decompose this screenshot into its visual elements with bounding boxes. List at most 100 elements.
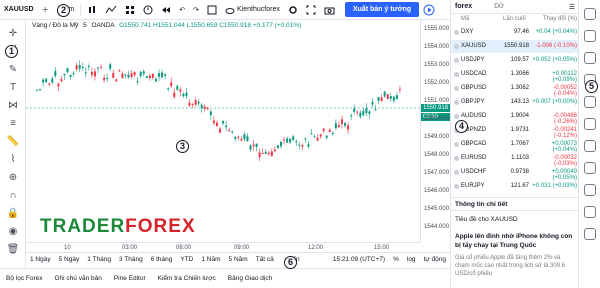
watchlist-row[interactable]: EURJPY 121.67 +0.031 (+0.03%): [451, 180, 579, 193]
watchlist-title[interactable]: forex: [455, 3, 472, 10]
templates-button[interactable]: [121, 0, 139, 20]
row-symbol: EURJPY: [461, 183, 485, 189]
visibility-tool[interactable]: ◉: [6, 224, 20, 238]
watchlist-row[interactable]: GBPUSD 1.3062 -0.00052 (-0.04%): [451, 82, 579, 97]
candle-body: [209, 111, 212, 116]
watchlist-row[interactable]: XAUUSD 1550.918 -1.006 (-0.10%): [451, 40, 579, 53]
price-tick-label: 1548.000: [424, 152, 450, 158]
col-symbol[interactable]: Mã: [461, 16, 469, 22]
calendar-icon[interactable]: [584, 52, 596, 64]
ideas-icon[interactable]: [584, 140, 596, 152]
watchlist-row[interactable]: GBPNZD 1.9731 -0.00241 (-0.12%): [451, 124, 579, 139]
indicators-button[interactable]: [101, 0, 121, 20]
fullscreen-button[interactable]: [302, 0, 320, 20]
notifications-icon[interactable]: [584, 206, 596, 218]
price-tick-label: 1547.000: [424, 170, 450, 176]
price-axis[interactable]: 1550.918 03:50 1555.000 1554.000 1553.000 1…: [420, 20, 451, 242]
alerts-icon[interactable]: [584, 30, 596, 42]
range-option[interactable]: 1 Tháng: [83, 256, 115, 263]
chart-type-button[interactable]: [83, 0, 101, 20]
symbol-search[interactable]: XAUUSD: [0, 0, 38, 20]
watchlist-row[interactable]: EURUSD 1.1103 -0.00032 (-0.03%): [451, 152, 579, 167]
candle-body: [255, 143, 258, 147]
percent-toggle[interactable]: %: [389, 256, 403, 263]
hotlist-icon[interactable]: [584, 96, 596, 108]
replay-button[interactable]: [157, 0, 175, 20]
candle-body: [57, 83, 60, 87]
indicator-icon: [105, 5, 117, 13]
bottom-tab[interactable]: Kiểm tra Chiến lược: [152, 275, 222, 282]
details-header[interactable]: Thông tin chi tiết: [451, 197, 579, 211]
range-option[interactable]: 1 Năm: [197, 256, 224, 263]
candle-body: [225, 125, 228, 128]
streams-icon[interactable]: [584, 184, 596, 196]
right-sidebar: [578, 0, 600, 288]
range-option[interactable]: 5 Ngày: [55, 256, 84, 263]
watchlist-icon[interactable]: [584, 8, 596, 20]
candle-body: [231, 131, 234, 133]
candle-body: [368, 111, 371, 114]
menu-icon[interactable]: ☰: [569, 3, 575, 11]
candle-body: [206, 108, 209, 110]
brush-tool[interactable]: ⌇: [6, 152, 20, 166]
settings-button[interactable]: [284, 0, 302, 20]
snapshot-button[interactable]: [320, 0, 339, 20]
auto-toggle[interactable]: tự động: [420, 256, 450, 263]
watchlist-row[interactable]: GBPCAD 1.7067 +0.00073 (+0.04%): [451, 138, 579, 153]
bottom-tab[interactable]: Pine Editor: [108, 275, 152, 282]
candle-body: [273, 149, 276, 152]
fib-tool[interactable]: ≡: [6, 116, 20, 130]
range-option[interactable]: YTD: [176, 256, 197, 263]
add-symbol-button[interactable]: ＋: [38, 0, 56, 20]
watchlist-search[interactable]: Dữ: [494, 3, 504, 10]
time-tick-label: 10: [64, 245, 71, 251]
range-option[interactable]: 6 tháng: [147, 256, 177, 263]
play-button[interactable]: [419, 0, 439, 20]
news-header[interactable]: Tiêu đề cho XAUUSD: [451, 214, 579, 226]
watchlist-row[interactable]: USDCHF 0.9738 +0.00049 (+0.05%): [451, 166, 579, 181]
layout-button[interactable]: [203, 0, 221, 20]
row-symbol: GBPUSD: [461, 85, 487, 91]
crosshair-tool[interactable]: ✛: [6, 26, 20, 40]
candle-body: [243, 134, 246, 140]
pattern-tool[interactable]: ⋈: [6, 98, 20, 112]
candle-body: [212, 120, 215, 124]
help-icon[interactable]: [584, 228, 596, 240]
range-option[interactable]: 1 Ngày: [26, 256, 55, 263]
layout-name[interactable]: Kienthucforex: [221, 0, 284, 20]
lock-tool[interactable]: 🔒: [6, 206, 20, 220]
log-toggle[interactable]: log: [403, 256, 420, 263]
watchlist-row[interactable]: USDCAD 1.3066 +0.00112 (+0.09%): [451, 68, 579, 83]
col-change[interactable]: Thay đổi (%): [543, 16, 577, 22]
legend-interval: 5: [83, 22, 87, 29]
watchlist-row[interactable]: USDJPY 109.57 +0.052 (+0.05%): [451, 54, 579, 67]
watchlist-row[interactable]: AUDUSD 1.9004 -0.00486 (-0.26%): [451, 110, 579, 125]
brush-icon: ⌇: [10, 153, 16, 165]
bottom-tab[interactable]: Ghi chú văn bản: [49, 275, 108, 282]
alert-button[interactable]: [139, 0, 157, 20]
redo-button[interactable]: ↷: [189, 0, 203, 20]
range-option[interactable]: 5 Năm: [225, 256, 252, 263]
candle-body: [228, 130, 231, 132]
clock-display[interactable]: 15:21:09 (UTC+7): [329, 256, 389, 263]
news-title[interactable]: Apple lên đỉnh nhờ iPhone không còn bị t…: [455, 232, 575, 250]
chat-icon[interactable]: [584, 162, 596, 174]
bottom-tab[interactable]: Bộ lọc Forex: [0, 275, 49, 282]
zoom-tool[interactable]: ⊕: [6, 170, 20, 184]
candle-body: [347, 125, 350, 130]
watchlist-row[interactable]: DXY 97.46 +0.04 (+0.04%): [451, 26, 579, 39]
col-last[interactable]: Lần cuối: [503, 16, 526, 22]
range-option[interactable]: Tất cả: [252, 256, 278, 263]
pen-tool[interactable]: ✎: [6, 62, 20, 76]
undo-button[interactable]: ↶: [175, 0, 189, 20]
bottom-tab[interactable]: Bảng Giao dịch: [222, 275, 278, 282]
publish-idea-button[interactable]: Xuất bản ý tưởng: [344, 2, 420, 17]
price-chart[interactable]: [26, 20, 420, 242]
delete-tool[interactable]: 🗑: [6, 242, 20, 256]
measure-tool[interactable]: 📏: [6, 134, 20, 148]
news-icon[interactable]: [584, 118, 596, 130]
text-tool[interactable]: T: [6, 80, 20, 94]
range-option[interactable]: 3 Tháng: [115, 256, 147, 263]
watchlist-row[interactable]: GBPJPY 143.13 +0.007 (+0.00%): [451, 96, 579, 109]
magnet-tool[interactable]: ∩: [6, 188, 20, 202]
